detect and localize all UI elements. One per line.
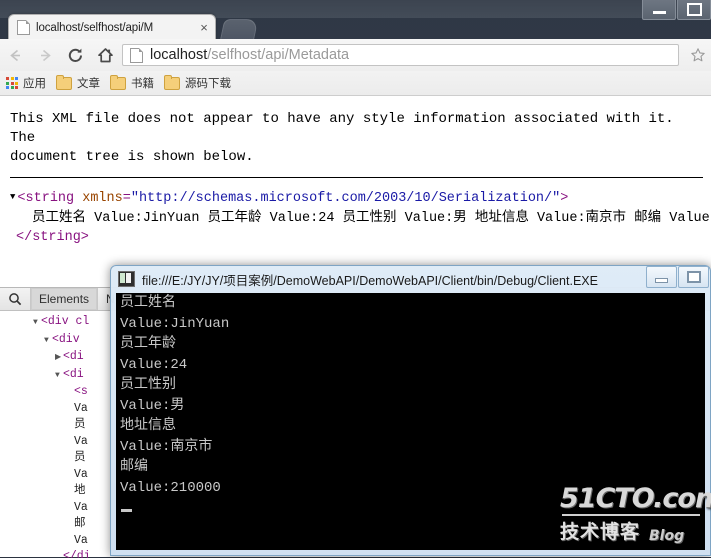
bookmark-label: 源码下载 <box>185 78 231 90</box>
address-bar[interactable]: localhost/selfhost/api/Metadata <box>122 44 679 66</box>
xml-document-tree: ▼ <string xmlns="http://schemas.microsoft… <box>0 178 711 247</box>
forward-arrow-icon <box>40 49 51 61</box>
console-line: Value:210000 <box>120 479 221 496</box>
dom-row-text: Va <box>74 434 88 448</box>
browser-tab[interactable]: localhost/selfhost/api/M × <box>8 14 216 40</box>
tab-strip: localhost/selfhost/api/M × <box>0 14 711 42</box>
xml-root-line: ▼ <string xmlns="http://schemas.microsoft… <box>10 189 711 209</box>
collapse-triangle-icon[interactable]: ▼ <box>10 188 15 207</box>
dom-row-text: <di <box>63 367 84 381</box>
reload-button[interactable] <box>60 40 90 70</box>
dom-row-text: Va <box>74 467 88 481</box>
expanded-triangle-icon[interactable]: ▼ <box>44 333 52 350</box>
dom-row-text: <di <box>63 350 84 363</box>
xml-close-tag: </string> <box>16 230 89 245</box>
expanded-triangle-icon[interactable]: ▼ <box>55 368 63 385</box>
bookmark-item-books[interactable]: 书籍 <box>110 74 154 91</box>
dom-row-text: 地 <box>74 484 86 497</box>
search-icon <box>9 293 22 306</box>
back-arrow-icon <box>9 49 20 61</box>
console-output-area[interactable]: 员工姓名 Value:JinYuan 员工年龄 Value:24 员工性别 Value:男… <box>116 293 705 550</box>
notice-line-1: This XML file does not appear to have an… <box>10 111 674 146</box>
console-line: 员工性别 <box>120 377 176 393</box>
bookmark-item-apps[interactable]: 应用 <box>6 75 46 91</box>
xml-attr-name: xmlns <box>82 191 123 206</box>
collapsed-triangle-icon[interactable]: ▶ <box>55 350 63 367</box>
dom-row-text: <s <box>74 385 88 398</box>
apps-grid-icon <box>6 77 18 89</box>
console-minimize-button[interactable] <box>646 266 677 288</box>
maximize-icon <box>686 271 701 283</box>
dom-row-text: Va <box>74 533 88 547</box>
dom-row-text: <div cl <box>41 315 90 328</box>
console-app-icon <box>118 271 135 287</box>
bookmark-label: 书籍 <box>131 78 154 90</box>
console-line: 员工年龄 <box>120 336 176 352</box>
console-maximize-button[interactable] <box>678 266 709 288</box>
dom-row-text: 邮 <box>74 517 86 530</box>
xml-open-tag: <string <box>17 191 75 206</box>
home-button[interactable] <box>90 40 120 70</box>
page-favicon <box>17 20 30 35</box>
bookmark-item-articles[interactable]: 文章 <box>56 74 100 91</box>
xml-attr-value: "http://schemas.microsoft.com/2003/10/Se… <box>130 191 561 206</box>
devtools-search-button[interactable] <box>0 288 30 310</box>
dom-row-text: 员 <box>74 418 86 431</box>
bookmark-item-source-download[interactable]: 源码下载 <box>164 74 231 91</box>
console-titlebar[interactable]: file:///E:/JY/JY/项目案例/DemoWebAPI/DemoWeb… <box>110 265 711 293</box>
console-line: Value:JinYuan <box>120 315 230 332</box>
console-window-controls <box>645 266 709 288</box>
dom-row-text: Va <box>74 500 88 514</box>
xml-text-node: 员工姓名 Value:JinYuan 员工年龄 Value:24 员工性别 Va… <box>32 211 711 226</box>
dom-row-text: Va <box>74 401 88 415</box>
reload-icon <box>68 48 82 62</box>
back-button[interactable] <box>0 40 30 70</box>
home-icon <box>97 47 113 62</box>
url-host: localhost <box>150 47 208 63</box>
omnibox-favicon <box>130 47 143 63</box>
address-bar-url: localhost/selfhost/api/Metadata <box>150 47 349 63</box>
console-line: Value:24 <box>120 356 188 373</box>
tab-title: localhost/selfhost/api/M <box>36 21 154 34</box>
console-line: 邮编 <box>120 459 148 475</box>
console-line: 地址信息 <box>120 418 176 434</box>
minimize-icon <box>655 277 668 283</box>
console-window[interactable]: file:///E:/JY/JY/项目案例/DemoWebAPI/DemoWeb… <box>110 265 711 556</box>
folder-icon <box>164 74 180 90</box>
browser-toolbar: localhost/selfhost/api/Metadata <box>0 39 711 72</box>
tab-elements[interactable]: Elements <box>30 288 98 310</box>
console-window-title: file:///E:/JY/JY/项目案例/DemoWebAPI/DemoWeb… <box>142 273 598 288</box>
console-line: Value:南京市 <box>120 438 213 455</box>
notice-line-2: document tree is shown below. <box>10 149 254 165</box>
console-line: Value:男 <box>120 397 185 414</box>
dom-row-text: </di <box>63 550 91 558</box>
bookmark-star-button[interactable] <box>685 40 711 70</box>
url-path: /selfhost/api/Metadata <box>207 47 350 63</box>
console-cursor <box>121 509 132 512</box>
bookmarks-bar: 应用 文章 书籍 源码下载 <box>0 71 711 96</box>
dom-row-text: 员 <box>74 451 86 464</box>
folder-icon <box>56 74 72 90</box>
bookmark-label: 应用 <box>23 78 46 90</box>
bookmark-label: 文章 <box>77 78 100 90</box>
close-icon[interactable]: × <box>197 21 211 35</box>
star-icon <box>691 48 705 62</box>
expanded-triangle-icon[interactable]: ▼ <box>33 315 41 332</box>
dom-row-text: <div <box>52 332 80 346</box>
console-line: 员工姓名 <box>120 295 176 311</box>
xml-style-notice: This XML file does not appear to have an… <box>0 96 711 167</box>
folder-icon <box>110 74 126 90</box>
forward-button[interactable] <box>30 40 60 70</box>
